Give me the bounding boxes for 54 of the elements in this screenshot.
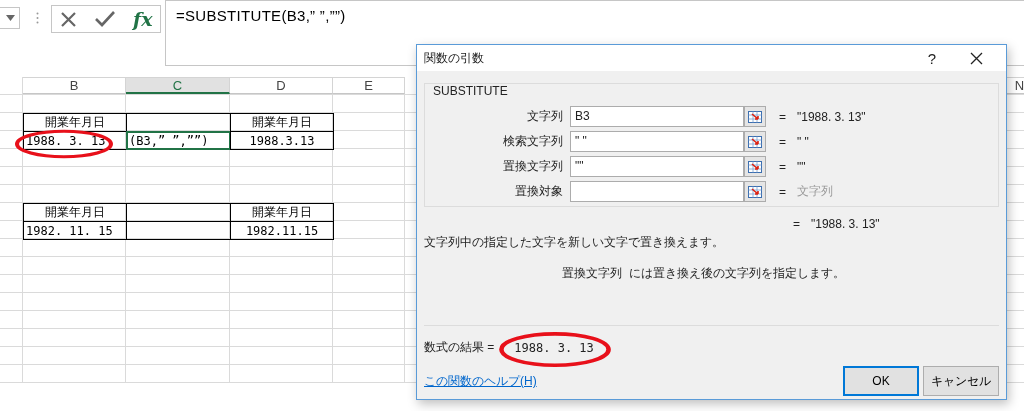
function-result: "1988. 3. 13" bbox=[811, 217, 880, 231]
range-select-button[interactable] bbox=[744, 106, 766, 127]
argument-label: 置換対象 bbox=[514, 183, 564, 200]
argument-result: "1988. 3. 13" bbox=[797, 109, 866, 124]
argument-label: 文字列 bbox=[526, 108, 564, 125]
range-select-button[interactable] bbox=[744, 181, 766, 202]
grid-arrow-icon bbox=[748, 185, 762, 198]
table-cell: 開業年月日 bbox=[23, 203, 127, 222]
table-cell: 開業年月日 bbox=[23, 113, 127, 132]
table-cell: (B3,” ”,””) bbox=[126, 131, 231, 150]
function-description: 文字列中の指定した文字を新しい文字で置き換えます。 bbox=[424, 234, 725, 251]
argument-result: 文字列 bbox=[797, 183, 833, 200]
column-header[interactable]: E bbox=[333, 77, 405, 94]
name-box[interactable] bbox=[0, 7, 20, 29]
check-icon[interactable] bbox=[95, 11, 115, 27]
equals-sign: = bbox=[779, 184, 787, 199]
argument-label: 検索文字列 bbox=[502, 133, 564, 150]
range-select-button[interactable] bbox=[744, 156, 766, 177]
column-header[interactable]: D bbox=[230, 77, 333, 94]
grip-icon bbox=[36, 12, 39, 24]
caret-icon bbox=[6, 15, 15, 21]
table-cell: 1982.11.15 bbox=[230, 221, 334, 240]
function-name: SUBSTITUTE bbox=[431, 84, 510, 98]
table-cell: 1988.3.13 bbox=[230, 131, 334, 150]
equals-sign: = bbox=[779, 109, 787, 124]
formula-result: 1988. 3. 13 bbox=[504, 340, 608, 355]
argument-field[interactable] bbox=[570, 181, 744, 202]
equals-sign: = bbox=[779, 159, 787, 174]
grid-arrow-icon bbox=[748, 160, 762, 173]
argument-label: 置換文字列 bbox=[502, 158, 564, 175]
dialog-button[interactable]: キャンセル bbox=[923, 366, 999, 396]
insert-function-button[interactable]: fx bbox=[133, 8, 153, 30]
help-link[interactable]: この関数のヘルプ(H) bbox=[424, 372, 839, 390]
equals-sign: = bbox=[779, 134, 787, 149]
argument-result: " " bbox=[797, 134, 809, 149]
argument-field[interactable]: B3 bbox=[570, 106, 744, 127]
range-select-button[interactable] bbox=[744, 131, 766, 152]
column-header[interactable]: C bbox=[126, 77, 230, 94]
table-cell: 開業年月日 bbox=[230, 113, 334, 132]
close-icon[interactable] bbox=[969, 51, 983, 65]
grid-arrow-icon bbox=[748, 110, 762, 123]
table-cell: 開業年月日 bbox=[230, 203, 334, 222]
dialog-title: 関数の引数 bbox=[424, 49, 485, 67]
argument-description: 置換文字列 には置き換え後の文字列を指定します。 bbox=[562, 265, 846, 282]
grid-arrow-icon bbox=[748, 135, 762, 148]
equals-sign: = bbox=[793, 217, 801, 231]
argument-field[interactable]: " " bbox=[570, 131, 744, 152]
formula-result-label: 数式の結果 = bbox=[424, 339, 495, 356]
table-cell: 1982. 11. 15 bbox=[23, 221, 127, 240]
dialog-button[interactable]: OK bbox=[843, 366, 919, 396]
argument-result: "" bbox=[797, 159, 806, 174]
argument-field[interactable]: "" bbox=[570, 156, 744, 177]
column-header[interactable]: B bbox=[23, 77, 126, 94]
help-button[interactable]: ? bbox=[910, 49, 954, 67]
